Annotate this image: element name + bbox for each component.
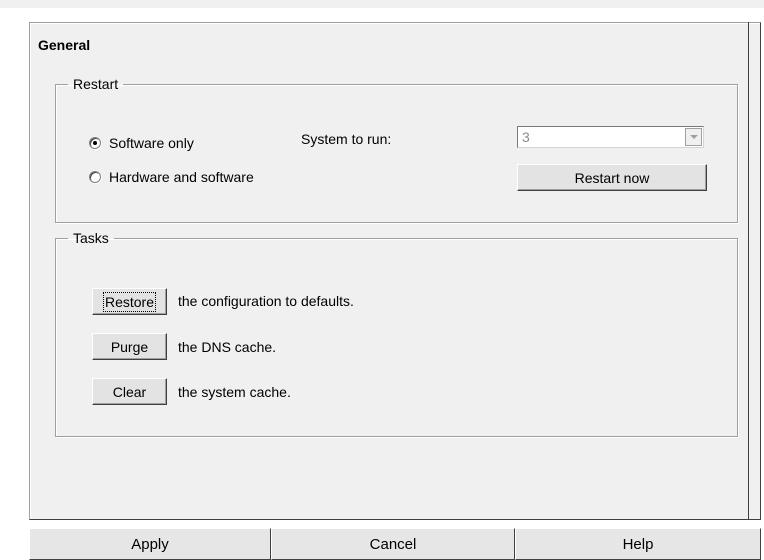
restore-button-label: Restore [102, 291, 157, 312]
apply-button[interactable]: Apply [29, 528, 271, 560]
radio-selected-icon[interactable] [89, 137, 101, 149]
apply-button-label: Apply [131, 535, 169, 553]
help-button[interactable]: Help [515, 528, 761, 560]
panel-title: General [38, 37, 91, 53]
radio-software-only-label: Software only [109, 135, 194, 151]
system-to-run-select[interactable]: 3 [517, 126, 704, 148]
purge-description: the DNS cache. [178, 339, 277, 355]
restore-button[interactable]: Restore [92, 288, 167, 315]
radio-software-only[interactable]: Software only [89, 135, 194, 151]
restore-description: the configuration to defaults. [178, 293, 354, 309]
cancel-button[interactable]: Cancel [271, 528, 515, 560]
general-panel: General Restart Software only Hardware a… [29, 22, 761, 520]
chevron-down-icon[interactable] [685, 128, 702, 146]
panel-divider [748, 22, 749, 520]
restart-now-button[interactable]: Restart now [517, 164, 707, 191]
clear-button-label: Clear [112, 383, 147, 400]
radio-hardware-and-software-label: Hardware and software [109, 169, 254, 185]
purge-button-label: Purge [110, 338, 149, 355]
system-to-run-value: 3 [522, 129, 530, 145]
restart-now-label: Restart now [574, 169, 650, 186]
tasks-legend: Tasks [73, 230, 109, 246]
radio-hardware-and-software[interactable]: Hardware and software [89, 169, 254, 185]
clear-description: the system cache. [178, 384, 291, 400]
cancel-button-label: Cancel [369, 535, 417, 553]
radio-unselected-icon[interactable] [89, 171, 101, 183]
restart-legend: Restart [73, 76, 119, 92]
clear-button[interactable]: Clear [92, 378, 167, 405]
help-button-label: Help [622, 535, 654, 553]
system-to-run-label: System to run: [301, 131, 392, 147]
footer-buttons: Apply Cancel Help [29, 528, 761, 560]
top-strip [0, 0, 764, 8]
purge-button[interactable]: Purge [92, 333, 167, 360]
